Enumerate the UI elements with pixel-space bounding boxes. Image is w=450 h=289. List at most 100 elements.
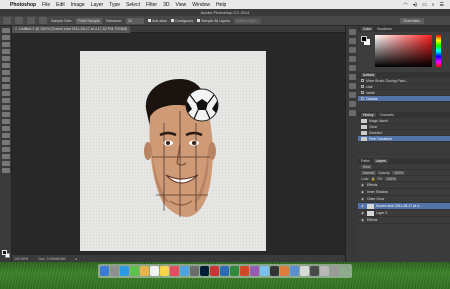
photoshop-icon[interactable] — [200, 266, 209, 276]
excel-icon[interactable] — [230, 266, 239, 276]
action-item-selected[interactable]: Outside — [358, 96, 450, 102]
layer-item[interactable]: ◉ Layer 3 — [358, 210, 450, 217]
app-menu[interactable]: Photoshop — [10, 2, 36, 8]
document-tab[interactable]: × Untitled-1 @ 100% (Screen shot 2011-08… — [12, 25, 131, 33]
shape-tool-icon[interactable] — [2, 147, 10, 152]
zoom-tool-icon[interactable] — [2, 161, 10, 166]
calendar-icon[interactable] — [150, 266, 159, 276]
refine-edge-button[interactable]: Refine Edge... — [233, 17, 261, 24]
tolerance-input[interactable]: 32 — [126, 17, 145, 24]
tab-actions[interactable]: Actions — [361, 73, 377, 77]
adjustments-panel-icon[interactable] — [349, 83, 356, 89]
layer-effects-row[interactable]: ◉ Effects — [358, 217, 450, 224]
itunes-icon[interactable] — [250, 266, 259, 276]
history-panel-icon[interactable] — [349, 29, 356, 35]
document-canvas[interactable] — [80, 51, 266, 251]
system-preferences-icon[interactable] — [190, 266, 199, 276]
brush-panel-icon[interactable] — [349, 65, 356, 71]
menu-window[interactable]: Window — [192, 2, 210, 8]
menu-edit[interactable]: Edit — [56, 2, 65, 8]
type-tool-icon[interactable] — [2, 133, 10, 138]
menu-select[interactable]: Select — [126, 2, 140, 8]
menu-file[interactable]: File — [42, 2, 50, 8]
list-icon[interactable]: ☰ — [440, 2, 444, 8]
app-store-icon[interactable] — [180, 266, 189, 276]
sample-size-select[interactable]: Point Sample — [76, 17, 102, 24]
word-icon[interactable] — [220, 266, 229, 276]
downloads-stack-icon[interactable] — [320, 266, 329, 276]
tab-history[interactable]: History — [361, 113, 376, 117]
workspace-select[interactable]: Essentials — [399, 17, 424, 24]
action-toggle-icon[interactable] — [361, 85, 364, 88]
hand-tool-icon[interactable] — [2, 154, 10, 159]
trash-icon[interactable] — [330, 266, 339, 276]
contacts-icon[interactable] — [140, 266, 149, 276]
layer-item-selected[interactable]: ◉ Screen shot 2011-08-17 at 4... — [358, 203, 450, 210]
battery-icon[interactable]: ▭ — [422, 2, 427, 8]
screenshot-icon[interactable] — [310, 266, 319, 276]
add-selection-icon[interactable] — [27, 17, 35, 24]
anti-alias-checkbox[interactable]: Anti-alias — [148, 19, 167, 23]
edit-toolbar-icon[interactable] — [2, 168, 10, 173]
crop-tool-icon[interactable] — [2, 56, 10, 61]
menu-layer[interactable]: Layer — [91, 2, 104, 8]
info-panel-icon[interactable] — [349, 92, 356, 98]
character-panel-icon[interactable] — [349, 56, 356, 62]
marquee-tool-icon[interactable] — [2, 35, 10, 40]
clone-source-panel-icon[interactable] — [349, 74, 356, 80]
layer-effect-item[interactable]: ◉ Outer Glow — [358, 196, 450, 203]
layer-effect-item[interactable]: ◉ Inner Shadow — [358, 189, 450, 196]
new-selection-icon[interactable] — [15, 17, 23, 24]
wifi-icon[interactable]: ◠ — [403, 2, 407, 8]
close-tab-icon[interactable]: × — [15, 27, 17, 31]
magic-wand-tool-icon[interactable] — [3, 17, 11, 24]
styles-panel-icon[interactable] — [349, 110, 356, 116]
panel-foreground-swatch[interactable] — [361, 36, 367, 42]
zoom-level[interactable]: 100.00% — [14, 257, 28, 261]
launchpad-icon[interactable] — [110, 266, 119, 276]
eye-icon[interactable]: ◉ — [361, 197, 365, 201]
opacity-input[interactable]: 100% — [392, 170, 406, 175]
notes-icon[interactable] — [160, 266, 169, 276]
menu-filter[interactable]: Filter — [146, 2, 157, 8]
blend-mode-select[interactable]: Normal — [361, 170, 376, 175]
menu-image[interactable]: Image — [71, 2, 85, 8]
path-selection-tool-icon[interactable] — [2, 140, 10, 145]
tab-swatches[interactable]: Swatches — [377, 27, 392, 31]
move-tool-icon[interactable] — [2, 28, 10, 33]
magic-wand-tool-icon[interactable] — [2, 49, 10, 54]
terminal-icon[interactable] — [270, 266, 279, 276]
history-item-selected[interactable]: Free Transform — [358, 136, 450, 142]
music-icon[interactable] — [170, 266, 179, 276]
status-arrow-icon[interactable]: ▸ — [76, 257, 78, 261]
preview-icon[interactable] — [300, 266, 309, 276]
paragraph-panel-icon[interactable] — [349, 47, 356, 53]
menu-3d[interactable]: 3D — [163, 2, 169, 8]
eye-icon[interactable]: ◉ — [361, 190, 365, 194]
search-icon[interactable]: ⌕ — [432, 2, 435, 8]
mail-icon[interactable] — [260, 266, 269, 276]
hue-slider[interactable] — [436, 35, 441, 67]
skype-icon[interactable] — [290, 266, 299, 276]
canvas-area[interactable]: ↖ — [12, 33, 345, 255]
color-picker-field[interactable] — [375, 35, 432, 67]
layer-kind-select[interactable]: Kind — [361, 164, 372, 169]
foreground-color-swatch[interactable] — [2, 250, 7, 255]
blur-tool-icon[interactable] — [2, 112, 10, 117]
lasso-tool-icon[interactable] — [2, 42, 10, 47]
eye-icon[interactable]: ◉ — [361, 211, 365, 215]
safari-icon[interactable] — [120, 266, 129, 276]
healing-brush-tool-icon[interactable] — [2, 70, 10, 75]
subtract-selection-icon[interactable] — [39, 17, 47, 24]
action-toggle-icon[interactable] — [361, 91, 364, 94]
tab-color[interactable]: Color — [361, 27, 374, 31]
tab-channels[interactable]: Channels — [380, 113, 394, 117]
tab-layers[interactable]: Layers — [373, 159, 388, 163]
gradient-tool-icon[interactable] — [2, 105, 10, 110]
menu-type[interactable]: Type — [109, 2, 120, 8]
vlc-icon[interactable] — [280, 266, 289, 276]
eye-icon[interactable]: ◉ — [361, 204, 365, 208]
contiguous-checkbox[interactable]: Contiguous — [170, 19, 193, 23]
volume-icon[interactable]: ◂) — [413, 2, 417, 8]
history-brush-tool-icon[interactable] — [2, 91, 10, 96]
